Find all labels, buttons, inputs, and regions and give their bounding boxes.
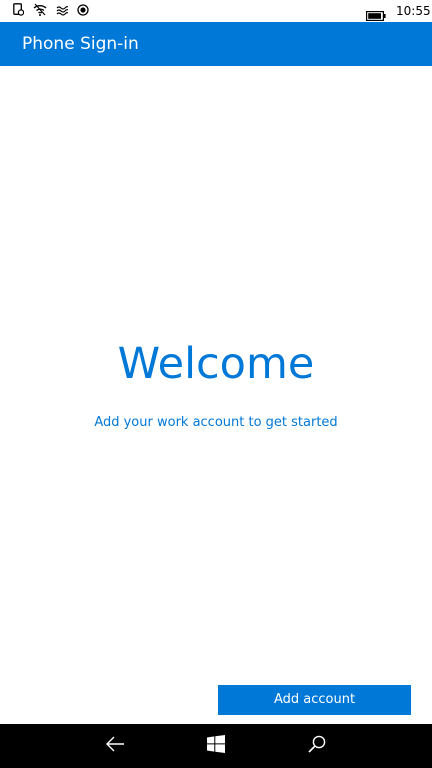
welcome-subtitle: Add your work account to get started <box>94 415 338 430</box>
app-title-bar: Phone Sign-in <box>0 22 432 66</box>
status-icons <box>13 3 89 16</box>
windows-logo-icon <box>207 735 225 757</box>
back-button[interactable] <box>85 724 145 768</box>
screen: 10:55 Phone Sign-in Welcome Add your wor… <box>0 0 432 768</box>
clock: 10:55 <box>396 4 431 18</box>
wifi-icon <box>33 3 47 16</box>
search-button[interactable] <box>287 724 347 768</box>
vibrate-icon <box>56 4 68 16</box>
search-icon <box>308 735 326 757</box>
location-icon <box>77 3 89 16</box>
back-arrow-icon <box>105 736 125 756</box>
start-button[interactable] <box>186 724 246 768</box>
status-bar: 10:55 <box>0 0 432 22</box>
app-title: Phone Sign-in <box>22 34 139 54</box>
system-nav-bar <box>0 724 432 768</box>
welcome-heading: Welcome <box>117 339 315 389</box>
notification-icon <box>13 3 24 16</box>
add-account-button[interactable]: Add account <box>218 685 411 715</box>
